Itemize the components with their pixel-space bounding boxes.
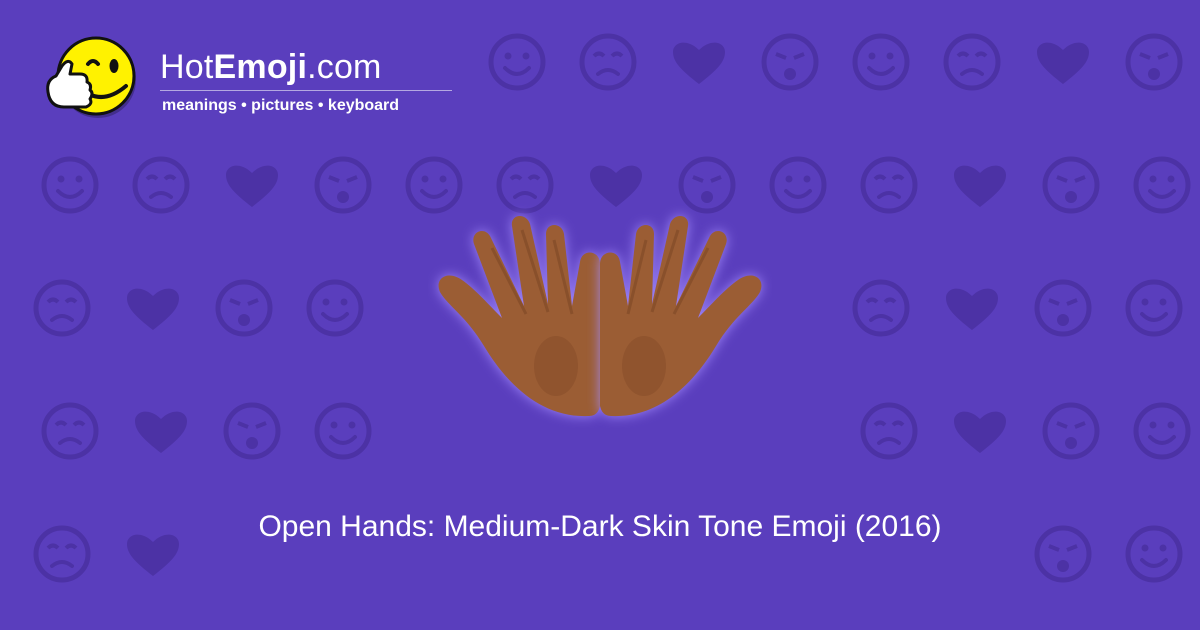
brand-divider	[160, 90, 452, 91]
hotemoji-logo-icon	[46, 36, 136, 118]
brand-suffix: .com	[307, 48, 382, 86]
background-emoji-icon	[954, 411, 1006, 453]
tagline: meanings • pictures • keyboard	[162, 97, 400, 114]
background-emoji-icon	[1042, 402, 1100, 460]
background-emoji-icon	[860, 402, 918, 460]
background-emoji-icon	[41, 156, 99, 214]
background-emoji-icon	[769, 156, 827, 214]
background-emoji-icon	[33, 279, 91, 337]
background-emoji-icon	[127, 288, 179, 330]
brand-bold: Emoji	[213, 48, 308, 86]
emoji-caption: Open Hands: Medium-Dark Skin Tone Emoji …	[258, 510, 942, 543]
background-emoji-icon	[41, 402, 99, 460]
background-emoji-icon	[1042, 156, 1100, 214]
brand-title[interactable]: HotEmoji.com	[160, 48, 382, 87]
background-emoji-icon	[226, 165, 278, 207]
background-emoji-icon	[215, 279, 273, 337]
background-emoji-icon	[1037, 42, 1089, 84]
social-card: HotEmoji.com meanings • pictures • keybo…	[0, 0, 1200, 630]
background-emoji-icon	[314, 402, 372, 460]
background-emoji-icon	[306, 279, 364, 337]
brand-prefix: Hot	[160, 48, 214, 86]
background-emoji-icon	[488, 33, 546, 91]
open-hands-icon	[438, 215, 762, 417]
background-emoji-icon	[135, 411, 187, 453]
background-emoji-icon	[1034, 279, 1092, 337]
background-emoji-icon	[223, 402, 281, 460]
background-emoji-icon	[1125, 33, 1183, 91]
background-emoji-icon	[852, 279, 910, 337]
background-emoji-icon	[954, 165, 1006, 207]
background-emoji-icon	[943, 33, 1001, 91]
background-emoji-icon	[1133, 402, 1191, 460]
background-emoji-icon	[852, 33, 910, 91]
background-emoji-icon	[673, 42, 725, 84]
background-emoji-icon	[314, 156, 372, 214]
background-emoji-icon	[1125, 279, 1183, 337]
background-emoji-icon	[946, 288, 998, 330]
background-emoji-icon	[761, 33, 819, 91]
background-emoji-icon	[860, 156, 918, 214]
background-emoji-icon	[579, 33, 637, 91]
background-emoji-icon	[1133, 156, 1191, 214]
background-emoji-icon	[132, 156, 190, 214]
